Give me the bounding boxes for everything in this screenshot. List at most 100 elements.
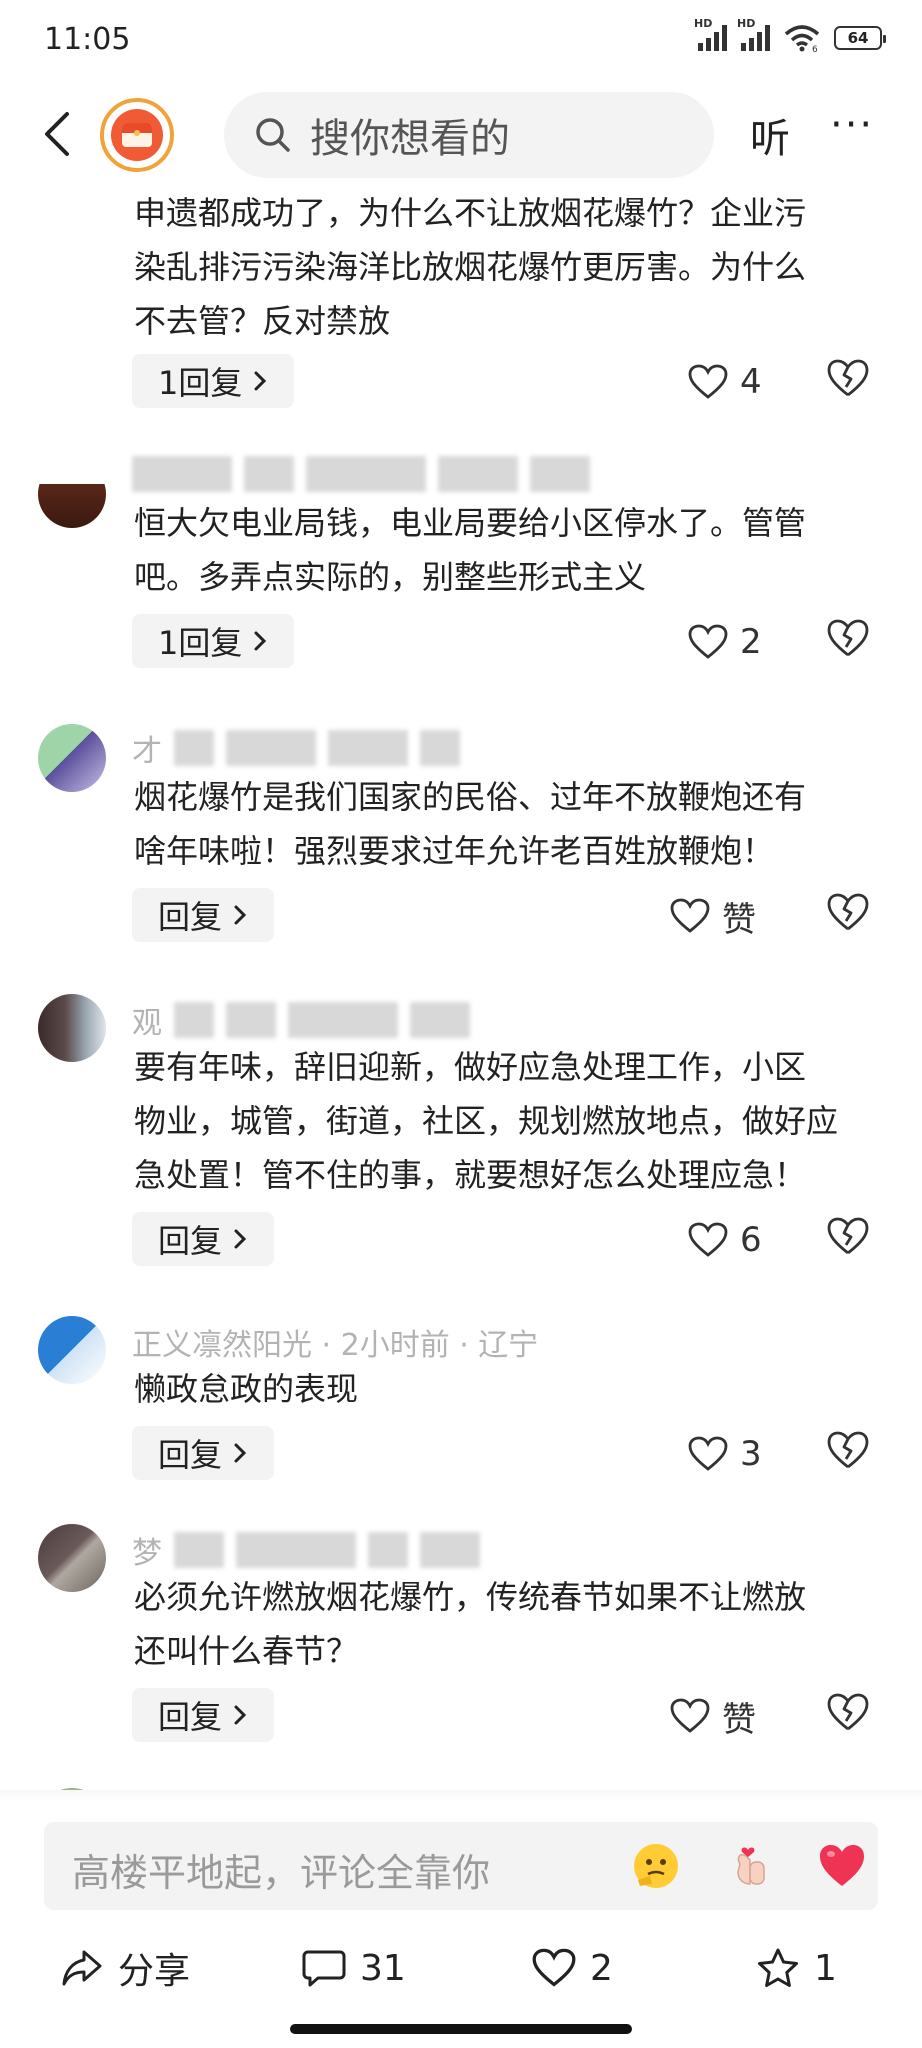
comment-item: 申遗都成功了，为什么不让放烟花爆竹？企业污 染乱排污污染海洋比放烟花爆竹更厉害。…: [0, 184, 922, 408]
red-envelope-icon: [111, 109, 163, 161]
reply-label: 回复: [158, 1436, 223, 1474]
reply-label: 1回复: [158, 364, 243, 402]
chevron-right-icon: [234, 1229, 247, 1249]
list-fade: [0, 1790, 922, 1802]
heart-outline-icon: [688, 624, 728, 659]
search-icon: [256, 118, 290, 152]
status-icons: HD HD 6 64: [694, 17, 886, 52]
heart-outline-icon: [688, 364, 728, 399]
battery-level: 64: [847, 29, 869, 47]
comment-text: 必须允许燃放烟花爆竹，传统春节如果不让燃放 还叫什么春节？: [134, 1578, 807, 1670]
status-time: 11:05: [44, 22, 131, 57]
username: 才: [132, 734, 162, 769]
comment-meta: 才: [132, 728, 460, 769]
wifi-label: 6: [812, 45, 818, 52]
comment-text: 懒政怠政的表现: [134, 1370, 359, 1408]
star-outline-icon: [758, 1948, 798, 1987]
like-button[interactable]: 3: [688, 1426, 798, 1482]
back-arrow-icon: [45, 112, 69, 156]
like-label: 赞: [722, 1699, 756, 1740]
comment-icon: [302, 1950, 346, 1987]
avatar[interactable]: [38, 460, 106, 528]
comment-text: 烟花爆竹是我们国家的民俗、过年不放鞭炮还有 啥年味啦！强烈要求过年允许老百姓放鞭…: [134, 778, 807, 870]
broken-heart-icon[interactable]: [826, 890, 870, 934]
signal-2-icon: HD: [737, 17, 770, 51]
comment-item: 观 要有年味，辞旧迎新，做好应急处理工作，小区 物业，城管，街道，社区，规划燃放…: [0, 994, 922, 1314]
comment-text: 要有年味，辞旧迎新，做好应急处理工作，小区 物业，城管，街道，社区，规划燃放地点…: [134, 1048, 839, 1194]
comment-text: 申遗都成功了，为什么不让放烟花爆竹？企业污 染乱排污污染海洋比放烟花爆竹更厉害。…: [134, 194, 807, 340]
username: 观: [132, 1006, 162, 1041]
comment-input-placeholder: 高楼平地起，评论全靠你: [72, 1851, 491, 1895]
comment-item: 梦 必须允许燃放烟花爆竹，传统春节如果不让燃放 还叫什么春节？ 回复 赞: [0, 1524, 922, 1784]
reply-button[interactable]: 回复: [132, 1212, 275, 1266]
reply-label: 1回复: [158, 624, 243, 662]
reply-button[interactable]: 1回复: [132, 354, 295, 408]
finger-heart-emoji-icon[interactable]: [726, 1840, 778, 1892]
username: 梦: [132, 1536, 162, 1571]
like-post-button[interactable]: 2: [532, 1940, 613, 1996]
like-button[interactable]: 赞: [670, 1688, 780, 1744]
heart-outline-icon: [688, 1436, 728, 1471]
comment-list: 申遗都成功了，为什么不让放烟花爆竹？企业污 染乱排污污染海洋比放烟花爆竹更厉害。…: [0, 184, 922, 1800]
like-button[interactable]: 6: [688, 1212, 798, 1268]
reply-button[interactable]: 1回复: [132, 614, 295, 668]
username-time-location: 正义凛然阳光 · 2小时前 · 辽宁: [132, 1328, 539, 1363]
back-button[interactable]: [34, 104, 78, 164]
reply-label: 回复: [158, 898, 223, 936]
reply-label: 回复: [158, 1222, 223, 1260]
share-icon: [62, 1950, 102, 1986]
like-button[interactable]: 4: [688, 354, 798, 410]
avatar[interactable]: [38, 1316, 106, 1384]
like-button[interactable]: 赞: [670, 888, 780, 944]
like-button[interactable]: 2: [688, 614, 798, 670]
broken-heart-icon[interactable]: [826, 616, 870, 660]
search-placeholder: 搜你想看的: [310, 116, 510, 162]
comment-count: 31: [360, 1947, 406, 1989]
signal-1-icon: HD: [694, 17, 727, 51]
heart-outline-icon: [532, 1948, 576, 1987]
app-logo-button[interactable]: [100, 98, 174, 172]
favorite-count: 1: [814, 1947, 837, 1989]
signal-1-hd-label: HD: [694, 17, 713, 30]
listen-button[interactable]: 听: [750, 106, 790, 164]
comment-input[interactable]: 高楼平地起，评论全靠你: [44, 1822, 878, 1910]
signal-2-hd-label: HD: [737, 17, 756, 30]
share-button[interactable]: 分享: [60, 1940, 190, 1996]
username-blurred: [132, 456, 232, 492]
heart-outline-icon: [670, 1698, 710, 1733]
comment-meta: [132, 454, 590, 494]
like-count: 3: [740, 1434, 762, 1474]
heart-outline-icon: [688, 1222, 728, 1257]
like-count: 2: [740, 622, 762, 662]
comment-meta: 正义凛然阳光 · 2小时前 · 辽宁: [132, 1322, 539, 1363]
avatar[interactable]: [38, 994, 106, 1062]
reply-button[interactable]: 回复: [132, 1688, 275, 1742]
chevron-right-icon: [234, 1443, 247, 1463]
home-indicator[interactable]: [290, 2024, 632, 2034]
like-count: 4: [740, 362, 762, 402]
like-count: 6: [740, 1220, 762, 1260]
chevron-right-icon: [254, 631, 267, 651]
bottom-action-bar: 分享 31 2 1: [0, 1930, 922, 2010]
reply-button[interactable]: 回复: [132, 888, 275, 942]
top-nav: 搜你想看的 听 ···: [0, 84, 922, 184]
search-input[interactable]: 搜你想看的: [224, 92, 714, 178]
comment-meta: 梦: [132, 1530, 480, 1571]
broken-heart-icon[interactable]: [826, 1428, 870, 1472]
avatar[interactable]: [38, 1524, 106, 1592]
chevron-right-icon: [234, 905, 247, 925]
comment-item: 才 烟花爆竹是我们国家的民俗、过年不放鞭炮还有 啥年味啦！强烈要求过年允许老百姓…: [0, 724, 922, 984]
avatar[interactable]: [38, 724, 106, 792]
broken-heart-icon[interactable]: [826, 356, 870, 400]
comment-count-button[interactable]: 31: [302, 1940, 406, 1996]
comment-item: 正义凛然阳光 · 2小时前 · 辽宁 懒政怠政的表现 回复 3: [0, 1316, 922, 1526]
red-heart-emoji-icon[interactable]: [816, 1840, 868, 1892]
more-button[interactable]: ···: [830, 102, 874, 148]
comment-meta: 观: [132, 1000, 470, 1041]
chevron-right-icon: [234, 1705, 247, 1725]
broken-heart-icon[interactable]: [826, 1690, 870, 1734]
broken-heart-icon[interactable]: [826, 1214, 870, 1258]
reply-button[interactable]: 回复: [132, 1426, 275, 1480]
favorite-button[interactable]: 1: [756, 1940, 837, 1996]
thinking-emoji-icon[interactable]: [630, 1840, 682, 1892]
